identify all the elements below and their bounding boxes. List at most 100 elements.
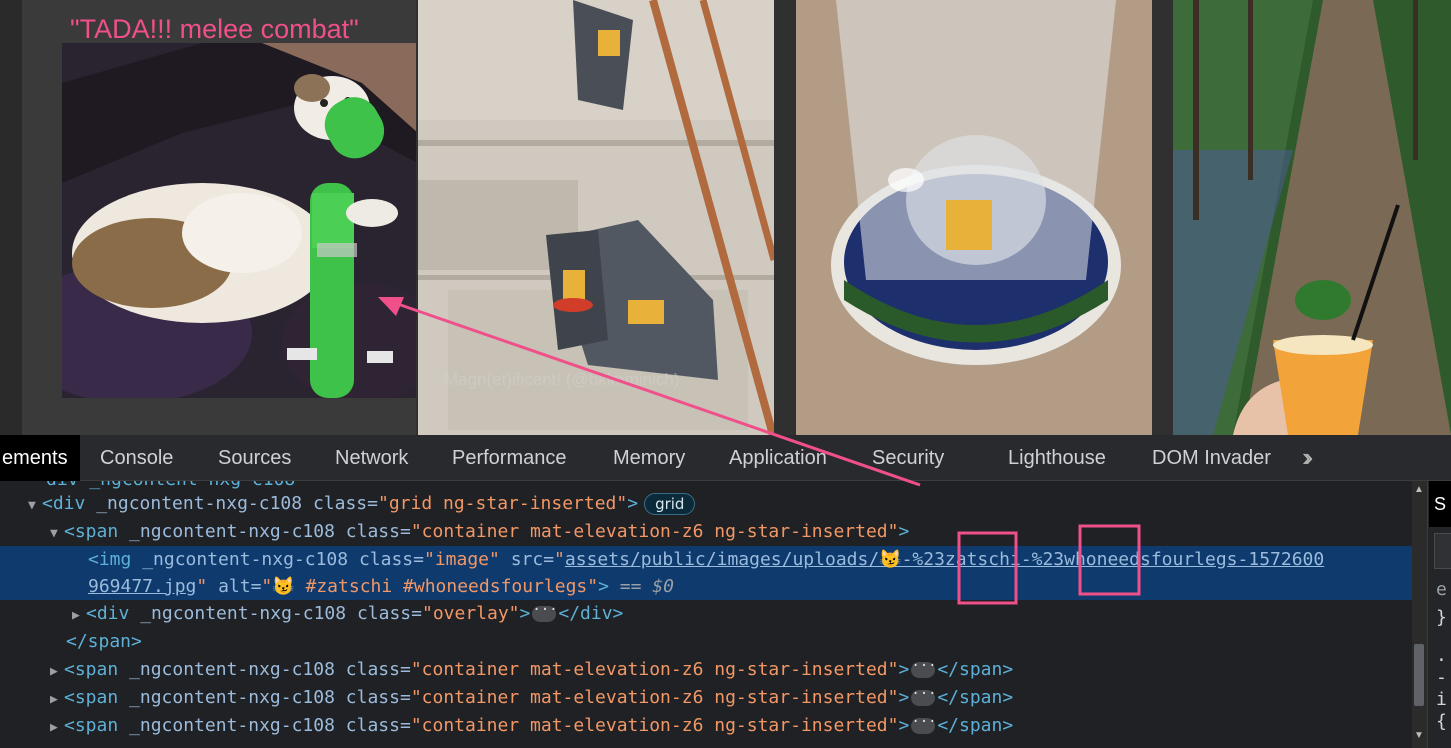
tag-end: </span>: [937, 687, 1014, 708]
attr-name: class=: [345, 659, 411, 680]
expand-triangle-icon[interactable]: ▶: [72, 602, 86, 629]
chevrons-right-icon[interactable]: ››: [1302, 435, 1314, 481]
attr-value: "image": [423, 549, 500, 570]
tag-close: >: [627, 493, 639, 514]
tag-name: <span: [64, 521, 119, 542]
attr-name: class=: [358, 549, 424, 570]
photo-card-forest[interactable]: [1173, 0, 1451, 435]
styles-filter-input[interactable]: [1434, 533, 1451, 569]
attr-value: "😼 #zatschi #whoneedsfourlegs": [261, 576, 599, 597]
attr-quote: ": [554, 549, 565, 570]
devtools-tabbar: ements Console Sources Network Performan…: [0, 435, 1451, 481]
tab-memory[interactable]: Memory: [613, 435, 685, 481]
tag-name: <span: [64, 687, 119, 708]
tag-name: <div: [42, 493, 86, 514]
tag-end: </div>: [558, 603, 624, 624]
tag-end: </span>: [937, 659, 1014, 680]
dom-node-grid[interactable]: ▼ <div _ngcontent-nxg-c108 class="grid ng…: [0, 490, 1427, 517]
ellipsis-icon[interactable]: ···: [911, 659, 937, 678]
cat-photo[interactable]: [62, 43, 416, 398]
tab-application[interactable]: Application: [729, 435, 827, 481]
dom-clipped-text: div _ngcontent-nxg-c108: [46, 481, 295, 490]
tab-performance[interactable]: Performance: [452, 435, 567, 481]
console-ref: == $0: [619, 576, 674, 597]
watermark-caption: Magn(et)ificent! (@bkimminich): [444, 370, 680, 389]
dom-node-span-close: </span>: [0, 628, 1427, 655]
scroll-up-icon[interactable]: ▲: [1414, 484, 1424, 495]
tag-close: >: [598, 576, 609, 597]
tab-lighthouse[interactable]: Lighthouse: [1008, 435, 1106, 481]
attr-name: _ngcontent-nxg-c108: [140, 603, 347, 624]
attr-name: _ngcontent-nxg-c108: [129, 715, 335, 736]
dom-node-span-sibling[interactable]: ▶ <span _ngcontent-nxg-c108 class="contai…: [0, 656, 1427, 683]
attr-name: _ngcontent-nxg-c108: [129, 687, 335, 708]
styles-line: }: [1436, 607, 1447, 628]
ellipsis-icon[interactable]: ···: [532, 603, 558, 622]
expand-triangle-icon[interactable]: ▶: [50, 714, 64, 741]
glass-photo: [796, 0, 1152, 435]
src-link-continued[interactable]: 969477.jpg: [88, 576, 196, 597]
styles-line: i: [1436, 689, 1447, 710]
attr-name: _ngcontent-nxg-c108: [142, 549, 349, 570]
attr-value: "container mat-elevation-z6 ng-star-inse…: [410, 659, 899, 680]
page-preview: Magn(et)ificent! (@bkimminich) "TADA!!! …: [0, 0, 1451, 435]
attr-value: "container mat-elevation-z6 ng-star-inse…: [410, 521, 899, 542]
dom-node-span[interactable]: ▼ <span _ngcontent-nxg-c108 class="contai…: [0, 518, 1427, 545]
attr-name: class=: [345, 687, 411, 708]
dom-node-img-selected[interactable]: <img _ngcontent-nxg-c108 class="image" s…: [0, 546, 1427, 600]
tab-security[interactable]: Security: [872, 435, 944, 481]
attr-name: class: [312, 493, 368, 514]
dom-node-span-sibling[interactable]: ▶ <span _ngcontent-nxg-c108 class="contai…: [0, 684, 1427, 711]
styles-line: -: [1436, 667, 1447, 688]
tab-network[interactable]: Network: [335, 435, 408, 481]
tag-close: >: [898, 687, 910, 708]
src-link[interactable]: assets/public/images/uploads/😼-%23zatsch…: [565, 549, 1324, 570]
annotation-title: "TADA!!! melee combat": [70, 14, 359, 44]
tag-name: <span: [64, 715, 119, 736]
expand-triangle-icon[interactable]: ▼: [50, 520, 64, 547]
dom-node-span-sibling[interactable]: ▶ <span _ngcontent-nxg-c108 class="contai…: [0, 712, 1427, 739]
styles-line: .: [1436, 645, 1447, 666]
expand-triangle-icon[interactable]: ▶: [50, 686, 64, 713]
attr-value: "container mat-elevation-z6 ng-star-inse…: [410, 715, 899, 736]
tab-sources[interactable]: Sources: [218, 435, 291, 481]
tag-end: </span>: [937, 715, 1014, 736]
expand-triangle-icon[interactable]: ▶: [50, 658, 64, 685]
tag-close: >: [519, 603, 531, 624]
dom-scrollbar[interactable]: [1412, 481, 1427, 748]
attr-quote: ": [196, 576, 208, 597]
tag-name: <div: [86, 603, 130, 624]
attr-value: "container mat-elevation-z6 ng-star-inse…: [410, 687, 899, 708]
dom-node-overlay[interactable]: ▶ <div _ngcontent-nxg-c108 class="overlay…: [0, 600, 1427, 627]
attr-name: _ngcontent-nxg-c108: [96, 493, 303, 514]
ellipsis-icon[interactable]: ···: [911, 715, 937, 734]
tag-close: >: [898, 659, 910, 680]
scroll-down-icon[interactable]: ▼: [1414, 730, 1424, 741]
tag-end: </span>: [66, 631, 142, 652]
styles-panel: S e } . - i {: [1427, 481, 1451, 748]
attr-value: "grid ng-star-inserted": [377, 493, 628, 514]
page-gutter: [0, 0, 22, 435]
tab-dom-invader[interactable]: DOM Invader: [1152, 435, 1271, 481]
tag-name: <span: [64, 659, 119, 680]
tab-elements[interactable]: ements: [0, 435, 80, 481]
expand-triangle-icon[interactable]: ▼: [28, 492, 42, 519]
scrollbar-thumb[interactable]: [1414, 644, 1424, 706]
tag-close: >: [898, 715, 910, 736]
expand-triangle-icon[interactable]: ▶: [50, 742, 64, 748]
grid-badge[interactable]: grid: [644, 493, 696, 515]
photo-card-glass[interactable]: [796, 0, 1152, 435]
styles-line: {: [1436, 711, 1447, 732]
attr-name: _ngcontent-nxg-c108: [129, 659, 335, 680]
dom-node-span-clipped[interactable]: ▶<span: [0, 740, 1427, 748]
attr-name: src=: [510, 549, 555, 570]
attr-value: "overlay": [421, 603, 520, 624]
tab-console[interactable]: Console: [100, 435, 173, 481]
tag-name: <img: [88, 549, 132, 570]
tag-close: >: [898, 521, 910, 542]
photo-card-cat[interactable]: [22, 0, 416, 435]
ellipsis-icon[interactable]: ···: [911, 687, 937, 706]
tab-styles[interactable]: S: [1429, 481, 1451, 527]
styles-line: e: [1436, 579, 1447, 600]
attr-name: class=: [356, 603, 422, 624]
